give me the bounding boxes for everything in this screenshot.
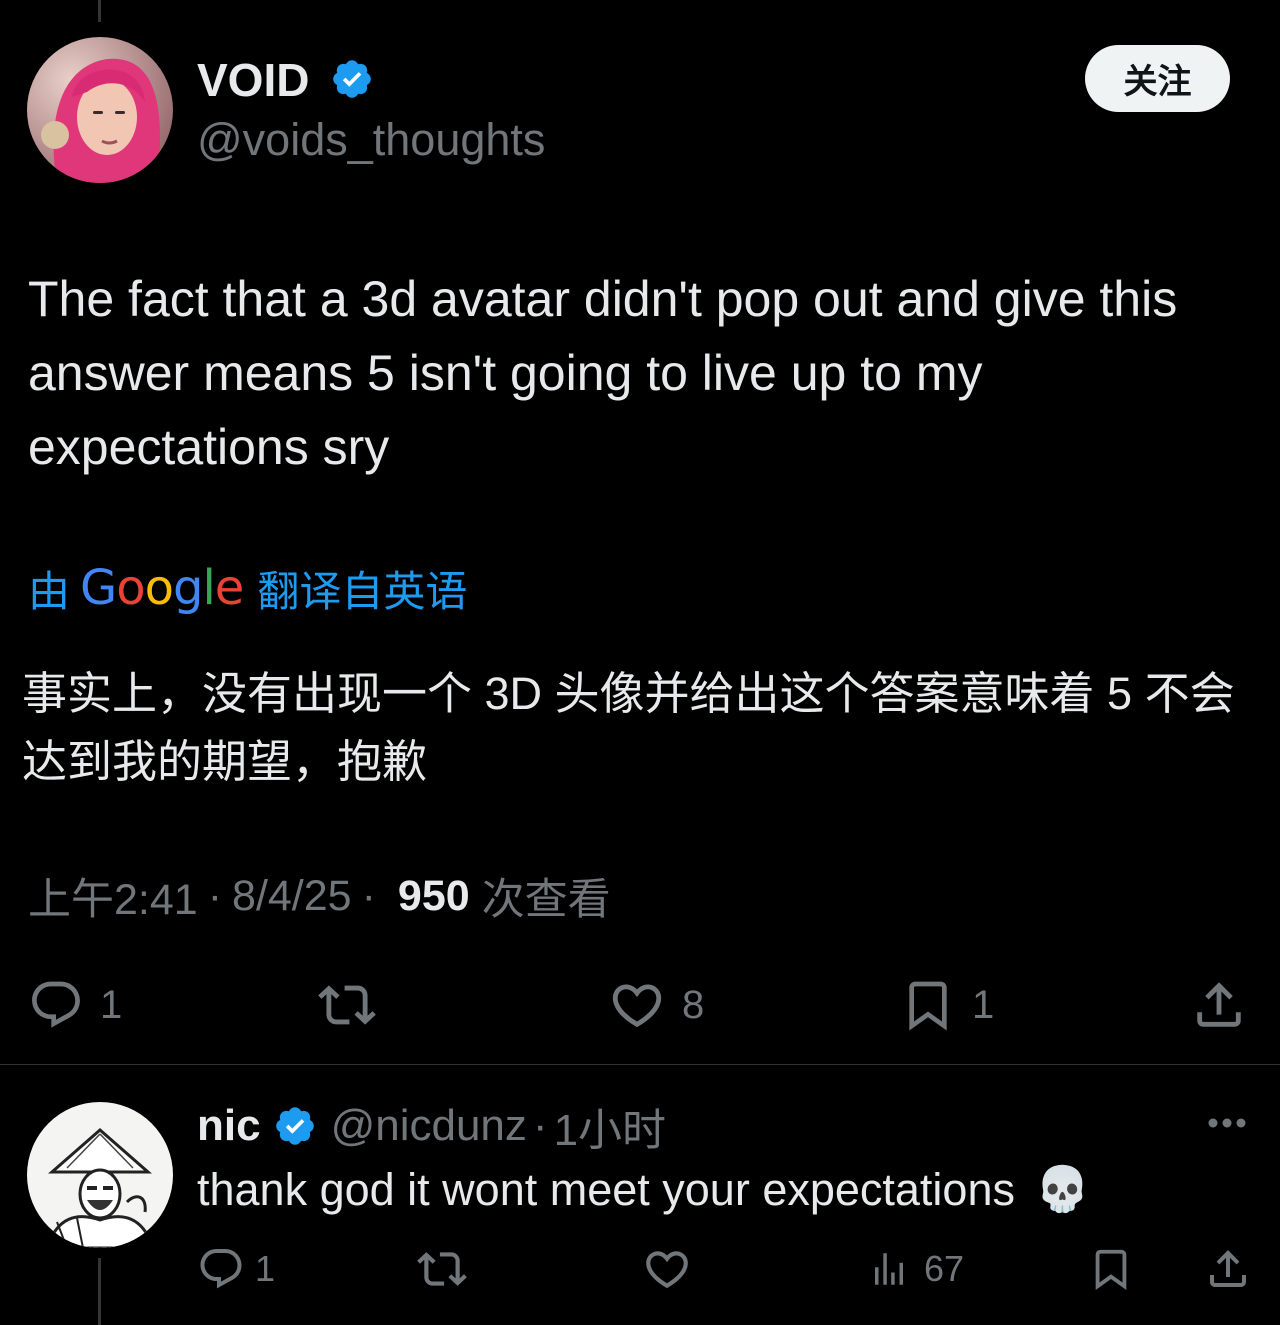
reply-text: thank god it wont meet your expectations… [197,1160,1090,1220]
main-author-name[interactable]: VOID [197,52,309,108]
like-button[interactable] [642,1243,708,1295]
heart-icon [646,1251,688,1289]
views-count: 950 [397,871,470,920]
translation-prefix: 由 [28,567,71,615]
retweet-icon [318,985,376,1025]
share-button[interactable] [1204,1243,1252,1295]
divider [0,1064,1280,1065]
reply-count: 1 [100,982,123,1027]
meta-separator: · [207,871,223,920]
analytics-icon [875,1253,903,1285]
reply-header: nic @nicdunz · 1小时 [197,1098,666,1155]
retweet-button[interactable] [414,1243,486,1295]
reply-author-name[interactable]: nic [197,1101,261,1151]
bookmark-icon [909,981,947,1031]
share-icon [1210,1250,1246,1287]
reply-icon [200,1249,242,1289]
translation-suffix: 翻译自英语 [257,567,468,615]
bookmark-button[interactable]: 1 [900,976,994,1034]
retweet-icon [417,1252,467,1286]
tweet-time[interactable]: 上午2:41 [28,865,198,927]
translation-attribution[interactable]: 由 Google 翻译自英语 [28,556,467,620]
views-button[interactable]: 67 [868,1243,964,1295]
like-count: 8 [682,982,705,1027]
more-options-icon[interactable] [1205,1108,1249,1138]
share-button[interactable] [1190,976,1248,1034]
meta-separator: · [361,871,376,920]
bookmark-icon [1095,1249,1127,1290]
share-icon [1197,982,1241,1027]
verified-badge-icon [330,57,374,101]
tweet-meta: 上午2:41 · 8/4/25 · 950 次查看 [28,865,611,927]
reply-count: 1 [255,1248,276,1289]
tweet-text: The fact that a 3d avatar didn't pop out… [28,271,1178,475]
views-count: 67 [924,1248,965,1289]
thread-line-top [98,0,101,22]
translated-tweet-text: 事实上，没有出现一个 3D 头像并给出这个答案意味着 5 不会达到我的期望，抱歉 [22,668,1235,787]
follow-button[interactable]: 关注 [1085,45,1230,112]
retweet-button[interactable] [315,976,395,1034]
reply-button[interactable]: 1 [28,976,122,1034]
reply-icon [32,981,80,1028]
skull-emoji-icon: 💀 [1034,1164,1090,1215]
verified-badge-icon [275,1107,314,1145]
views-label: 次查看 [481,876,611,924]
bookmark-count: 1 [972,982,995,1027]
reply-body: thank god it wont meet your expectations [197,1164,1015,1215]
bookmark-button[interactable] [1088,1243,1134,1295]
reply-author-avatar[interactable] [27,1102,173,1248]
thread-line-bottom [98,1258,101,1325]
main-author-handle[interactable]: @voids_thoughts [197,112,545,168]
tweet-date[interactable]: 8/4/25 [232,872,352,921]
like-button[interactable]: 8 [608,976,704,1034]
reply-time[interactable]: 1小时 [554,1094,666,1158]
reply-author-handle[interactable]: @nicdunz [331,1101,527,1151]
main-author-avatar[interactable] [27,37,173,183]
reply-button[interactable]: 1 [197,1243,275,1295]
heart-icon [612,984,662,1028]
meta-separator: · [532,1101,548,1150]
google-logo: Google [80,560,244,616]
